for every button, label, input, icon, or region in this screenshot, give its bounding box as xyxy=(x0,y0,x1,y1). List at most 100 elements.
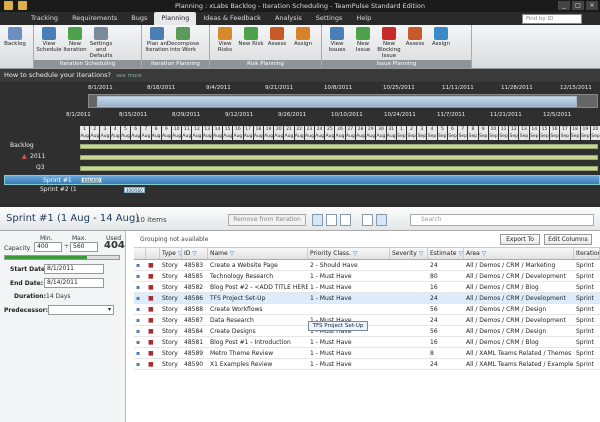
table-row[interactable]: ▪1■Story48583Create a Website Page2 - Sh… xyxy=(134,260,600,271)
find-by-id-input[interactable]: Find by ID xyxy=(522,14,582,24)
cell-severity xyxy=(390,315,428,325)
edit-columns-button[interactable]: Edit Columns xyxy=(544,234,592,245)
tab-help[interactable]: Help xyxy=(349,12,378,25)
day-cell: 16 Aug xyxy=(233,126,243,140)
tab-settings[interactable]: Settings xyxy=(309,12,350,25)
day-month: Sep xyxy=(570,134,580,139)
day-month: Sep xyxy=(468,134,478,139)
column-header-id[interactable]: ID ▽ xyxy=(182,248,208,259)
day-cell: 31 Aug xyxy=(386,126,396,140)
users-view-icon[interactable] xyxy=(340,214,351,226)
minimize-icon[interactable]: _ xyxy=(558,1,570,10)
filter-icon[interactable]: ▽ xyxy=(417,250,424,257)
day-month: Sep xyxy=(407,134,416,139)
range-selection[interactable] xyxy=(97,96,577,107)
detail-view-icon[interactable] xyxy=(326,214,337,226)
row-handle-icon[interactable]: ▪ xyxy=(134,260,142,270)
column-header-area[interactable]: Area ▽ xyxy=(464,248,574,259)
day-number: 24 xyxy=(316,127,323,132)
sprint-2-chip[interactable]: 400/560 xyxy=(124,187,145,193)
column-header-iteration[interactable]: Iteration ▽ xyxy=(574,248,600,259)
table-row[interactable]: ▪4■Story48586TFS Project Set-Up1 - Must … xyxy=(134,293,600,304)
see-more-link[interactable]: see more xyxy=(116,73,142,79)
table-row[interactable]: ▪8■Story48581Blog Post #1 - Introduction… xyxy=(134,337,600,348)
folder-icon[interactable] xyxy=(4,1,13,10)
ribbon-button-label: New Issue xyxy=(355,41,371,53)
tab-planning[interactable]: Planning xyxy=(154,12,197,25)
row-handle-icon[interactable]: ▪ xyxy=(134,293,142,303)
save-icon[interactable] xyxy=(18,1,27,10)
tree-sprint-2[interactable]: Sprint #2 (1 xyxy=(40,186,77,193)
story-icon: ■ xyxy=(148,295,154,302)
sprint-1-row[interactable]: Sprint #1 404/400 xyxy=(4,175,600,185)
filter-icon[interactable]: ▽ xyxy=(480,250,487,257)
table-row[interactable]: ▪2■Story48585Technology Research1 - Must… xyxy=(134,271,600,282)
day-cell: 7 Sep xyxy=(458,126,468,140)
remove-from-iteration-button[interactable]: Remove from Iteration xyxy=(228,214,306,226)
tab-analysis[interactable]: Analysis xyxy=(268,12,309,25)
ribbon-button-label: Assign xyxy=(432,41,450,47)
table-row[interactable]: ▪10■Story48590X1 Examples Review1 - Must… xyxy=(134,359,600,370)
export-to-button[interactable]: Export To xyxy=(500,234,540,245)
day-month: Sep xyxy=(519,134,529,139)
day-month: Sep xyxy=(438,134,447,139)
search-input[interactable]: Search xyxy=(410,214,594,226)
table-row[interactable]: ▪9■Story48589Metro Theme Review1 - Must … xyxy=(134,348,600,359)
tab-bugs[interactable]: Bugs xyxy=(124,12,154,25)
column-header-severity[interactable]: Severity ▽ xyxy=(390,248,428,259)
column-header-priority-class-[interactable]: Priority Class. ▽ xyxy=(308,248,390,259)
column-header-type[interactable]: Type ▽ xyxy=(160,248,182,259)
list-view-icon[interactable] xyxy=(312,214,323,226)
tree-backlog[interactable]: Backlog xyxy=(10,142,34,149)
timeline-mid-date: 10/24/2011 xyxy=(384,112,416,118)
row-handle-icon[interactable]: ▪ xyxy=(134,337,142,347)
timeline-top-date: 8/1/2011 xyxy=(88,85,113,91)
table-row[interactable]: ▪3■Story48582Blog Post #2 - <ADD TITLE H… xyxy=(134,282,600,293)
split-right-icon[interactable] xyxy=(376,214,387,226)
sprint-1-chip[interactable]: 404/400 xyxy=(81,177,102,183)
split-left-icon[interactable] xyxy=(362,214,373,226)
row-handle-icon[interactable]: ▪ xyxy=(134,359,142,369)
row-handle-icon[interactable]: ▪ xyxy=(134,348,142,358)
day-month: Aug xyxy=(284,134,294,139)
range-selector[interactable] xyxy=(88,94,598,108)
tab-requirements[interactable]: Requirements xyxy=(65,12,124,25)
filter-icon[interactable]: ▽ xyxy=(457,250,463,257)
filter-icon[interactable]: ▽ xyxy=(351,250,358,257)
tab-ideas-feedback[interactable]: Ideas & Feedback xyxy=(196,12,268,25)
max-capacity-input[interactable]: 560 xyxy=(70,242,98,252)
filter-icon[interactable]: ▽ xyxy=(228,250,235,257)
start-date-input[interactable]: 8/1/2011 xyxy=(44,264,104,274)
min-capacity-input[interactable]: 400 xyxy=(34,242,62,252)
cell-estimate: 56 xyxy=(430,306,438,313)
row-handle-icon[interactable]: ▪ xyxy=(134,282,142,292)
backlog-button[interactable]: Backlog xyxy=(2,25,28,68)
tree-q3[interactable]: Q3 xyxy=(36,164,45,171)
column-header-estimate[interactable]: Estimate ▽ xyxy=(428,248,464,259)
predecessor-select[interactable]: ▾ xyxy=(48,305,114,315)
row-handle-icon[interactable]: ▪ xyxy=(134,271,142,281)
day-cell: 3 Aug xyxy=(100,126,110,140)
column-header-name[interactable]: Name ▽ xyxy=(208,248,308,259)
row-handle-icon[interactable]: ▪ xyxy=(134,326,142,336)
filter-icon[interactable]: ▽ xyxy=(190,250,197,257)
tab-tracking[interactable]: Tracking xyxy=(24,12,65,25)
maximize-icon[interactable]: □ xyxy=(572,1,584,10)
cell-estimate: 24 xyxy=(430,295,438,302)
cell-priority: 1 - Must Have xyxy=(310,295,352,302)
day-cell: 3 Sep xyxy=(417,126,427,140)
cell-id: 48585 xyxy=(184,273,204,280)
row-handle-icon[interactable]: ▪ xyxy=(134,315,142,325)
end-date-input[interactable]: 8/14/2011 xyxy=(44,278,104,288)
tree-2011[interactable]: 2011 xyxy=(30,153,45,160)
ribbon-button-label: View Schedule xyxy=(36,41,62,53)
table-row[interactable]: ▪5■Story48588Create Workflows56All / Dem… xyxy=(134,304,600,315)
cell-area: All / Demos / CRM / Development xyxy=(466,273,566,280)
day-number: 21 xyxy=(286,127,292,132)
day-number: 3 xyxy=(420,127,424,132)
close-icon[interactable]: × xyxy=(586,1,598,10)
row-handle-icon[interactable]: ▪ xyxy=(134,304,142,314)
day-number: 7 xyxy=(461,127,465,132)
cell-severity xyxy=(390,359,428,369)
day-cell: 22 Aug xyxy=(294,126,304,140)
